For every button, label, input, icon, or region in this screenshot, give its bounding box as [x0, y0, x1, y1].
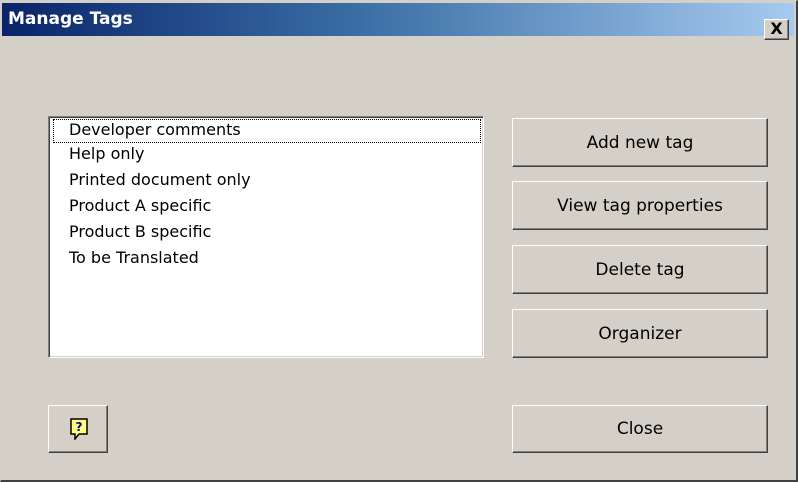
list-item[interactable]: Printed document only: [53, 169, 251, 193]
list-item[interactable]: Product A specific: [53, 195, 211, 219]
list-item[interactable]: Help only: [53, 143, 144, 167]
close-icon: X: [770, 19, 783, 38]
close-button[interactable]: Close: [512, 405, 768, 453]
list-item[interactable]: Product B specific: [53, 221, 211, 245]
manage-tags-dialog: Manage Tags X Developer comments Help on…: [0, 0, 798, 482]
list-item[interactable]: To be Translated: [53, 247, 199, 271]
dialog-title: Manage Tags: [8, 9, 133, 29]
tags-listbox[interactable]: Developer comments Help only Printed doc…: [48, 116, 484, 358]
add-new-tag-button[interactable]: Add new tag: [512, 118, 768, 167]
view-tag-properties-button[interactable]: View tag properties: [512, 181, 768, 230]
svg-text:?: ?: [76, 420, 83, 434]
close-window-button[interactable]: X: [764, 19, 789, 40]
help-icon: ?: [70, 418, 88, 440]
title-bar[interactable]: Manage Tags: [2, 3, 794, 36]
list-item[interactable]: Developer comments: [53, 119, 481, 143]
organizer-button[interactable]: Organizer: [512, 309, 768, 358]
delete-tag-button[interactable]: Delete tag: [512, 245, 768, 294]
help-button[interactable]: ?: [48, 405, 108, 453]
